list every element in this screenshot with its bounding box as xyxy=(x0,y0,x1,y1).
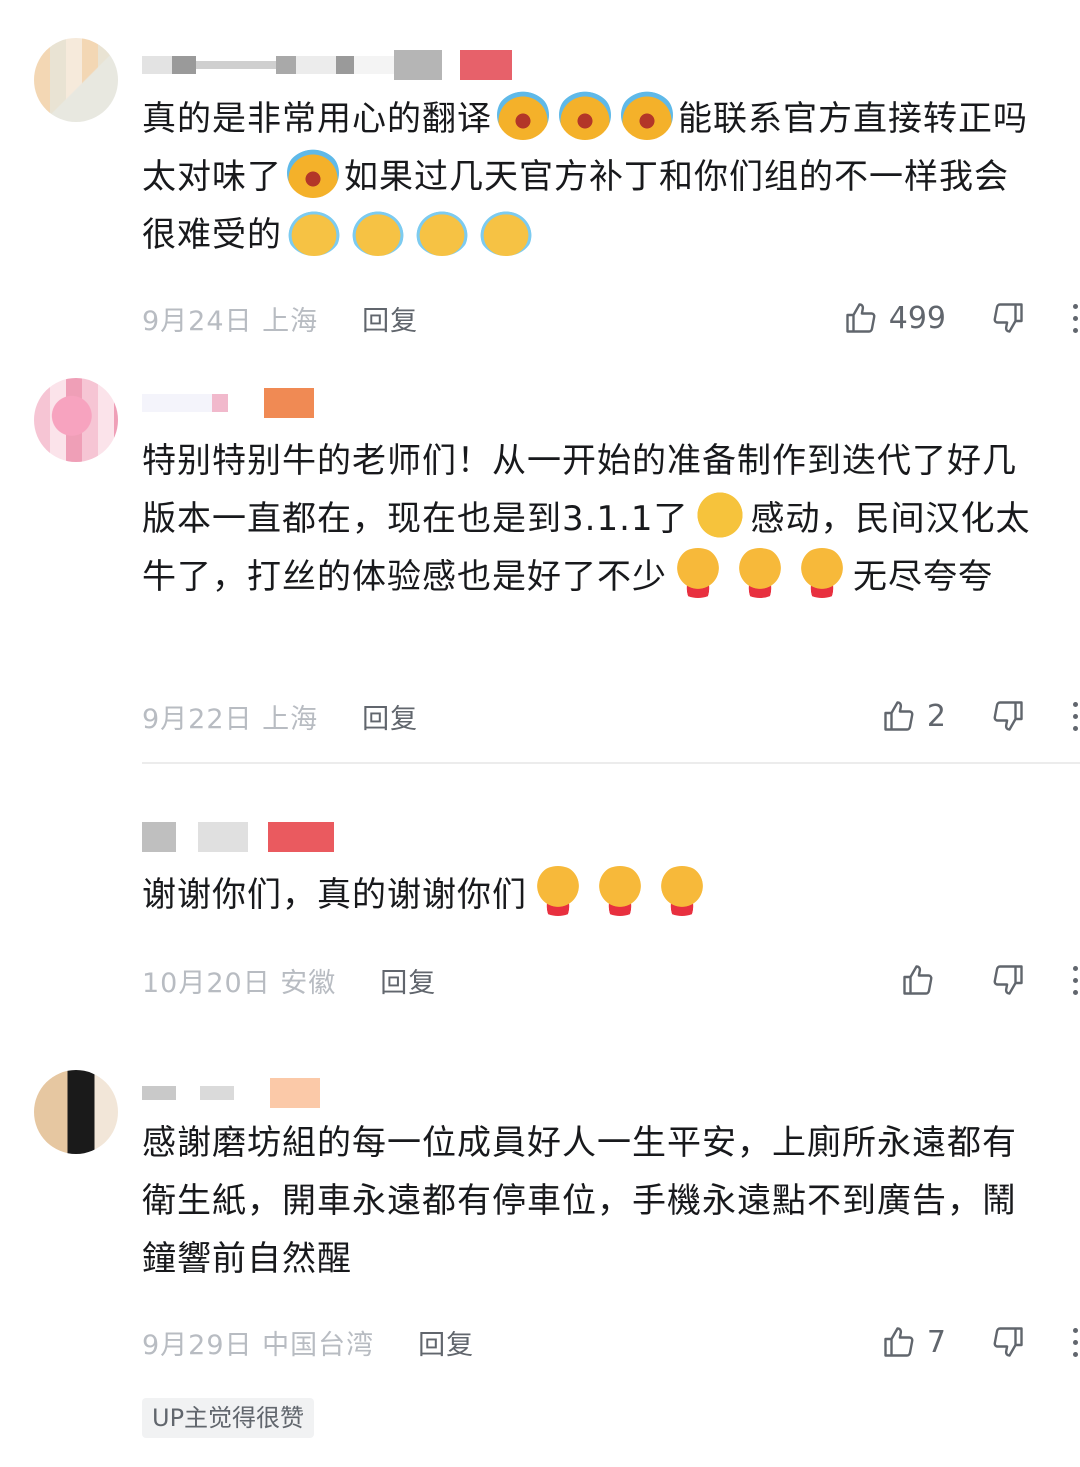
comment-text: 特别特别牛的老师们！从一开始的准备制作到迭代了好几版本一直都在，现在也是到3.1… xyxy=(142,432,1042,606)
heart-hug-emoji xyxy=(532,866,584,916)
dislike-button[interactable] xyxy=(990,962,1026,998)
like-count: 499 xyxy=(888,300,946,336)
comment-text-part: 感謝磨坊組的每一位成員好人一生平安，上廁所永遠都有衛生紙，開車永遠都有停車位，手… xyxy=(142,1123,1017,1279)
loud-crying-emoji xyxy=(497,90,549,140)
heart-hug-emoji xyxy=(656,866,708,916)
more-options-button[interactable] xyxy=(1068,1327,1080,1357)
username-redacted[interactable] xyxy=(142,386,314,420)
reply-button[interactable]: 回复 xyxy=(418,1323,474,1362)
more-vertical-icon xyxy=(1072,303,1078,309)
thumbs-down-icon xyxy=(993,965,1023,995)
like-button[interactable] xyxy=(900,962,946,998)
reply-button[interactable]: 回复 xyxy=(362,697,418,736)
dislike-button[interactable] xyxy=(990,1324,1026,1360)
heart-hug-emoji xyxy=(734,548,786,598)
more-vertical-icon xyxy=(1072,965,1078,971)
heart-hug-emoji xyxy=(672,548,724,598)
comment-actions: 7 xyxy=(881,1322,1080,1362)
comment-actions xyxy=(900,960,1080,1000)
comment-text-part: 真的是非常用心的翻译 xyxy=(142,99,492,139)
heart-hug-emoji xyxy=(594,866,646,916)
crying-emoji xyxy=(287,210,341,256)
more-vertical-icon xyxy=(1072,701,1078,707)
comment-actions: 2 xyxy=(881,696,1080,736)
reply-button[interactable]: 回复 xyxy=(380,961,436,1000)
avatar[interactable] xyxy=(34,38,118,122)
like-count: 7 xyxy=(926,1324,946,1360)
like-count: 2 xyxy=(926,698,946,734)
like-button[interactable]: 2 xyxy=(881,698,946,734)
more-options-button[interactable] xyxy=(1068,303,1080,333)
username-redacted[interactable] xyxy=(142,820,334,854)
more-vertical-icon xyxy=(1072,1327,1078,1333)
avatar[interactable] xyxy=(34,378,118,462)
comment-divider xyxy=(142,762,1080,764)
comment-meta: 9月22日 上海 回复 2 xyxy=(142,696,1078,736)
comment-text: 真的是非常用心的翻译 能联系官方直接转正吗太对味了 如果过几天官方补丁和你们组的不一… xyxy=(142,90,1042,264)
more-options-button[interactable] xyxy=(1068,965,1080,995)
loud-crying-emoji xyxy=(621,90,673,140)
comment-text-part: 无尽夸夸 xyxy=(853,557,993,597)
crying-emoji xyxy=(479,210,533,256)
comment-date-location: 9月29日 中国台湾 xyxy=(142,1329,375,1361)
dislike-button[interactable] xyxy=(990,698,1026,734)
heart-hug-emoji xyxy=(796,548,848,598)
dislike-button[interactable] xyxy=(990,300,1026,336)
reply-button[interactable]: 回复 xyxy=(362,299,418,338)
loud-crying-emoji xyxy=(559,90,611,140)
thumbs-down-icon xyxy=(993,701,1023,731)
thumbs-up-icon xyxy=(884,701,914,731)
comment-meta: 10月20日 安徽 回复 xyxy=(142,960,1078,1000)
comment-meta: 9月24日 上海 回复 499 xyxy=(142,298,1078,338)
more-options-button[interactable] xyxy=(1068,701,1080,731)
thumbs-down-icon xyxy=(993,303,1023,333)
like-button[interactable]: 499 xyxy=(843,300,946,336)
crying-emoji xyxy=(415,210,469,256)
thumbs-up-icon xyxy=(903,965,933,995)
thumbs-up-icon xyxy=(846,303,876,333)
comment-text: 谢谢你们，真的谢谢你们 xyxy=(142,866,1042,924)
comment-actions: 499 xyxy=(843,298,1080,338)
comment-text-part: 谢谢你们，真的谢谢你们 xyxy=(142,875,527,915)
username-redacted[interactable] xyxy=(142,1076,320,1110)
loud-crying-emoji xyxy=(287,148,339,198)
username-redacted[interactable] xyxy=(142,48,512,82)
comment-date-location: 9月22日 上海 xyxy=(142,703,319,735)
like-button[interactable]: 7 xyxy=(881,1324,946,1360)
thumbs-down-icon xyxy=(993,1327,1023,1357)
comment-text: 感謝磨坊組的每一位成員好人一生平安，上廁所永遠都有衛生紙，開車永遠都有停車位，手… xyxy=(142,1114,1042,1288)
comment-date-location: 9月24日 上海 xyxy=(142,305,319,337)
crying-emoji xyxy=(351,210,405,256)
up-liked-badge: UP主觉得很赞 xyxy=(142,1398,315,1438)
thumbs-up-icon xyxy=(884,1327,914,1357)
comment-date-location: 10月20日 安徽 xyxy=(142,967,337,999)
comment-meta: 9月29日 中国台湾 回复 7 xyxy=(142,1322,1078,1362)
starry-eyes-emoji xyxy=(693,490,746,540)
avatar[interactable] xyxy=(34,1070,118,1154)
